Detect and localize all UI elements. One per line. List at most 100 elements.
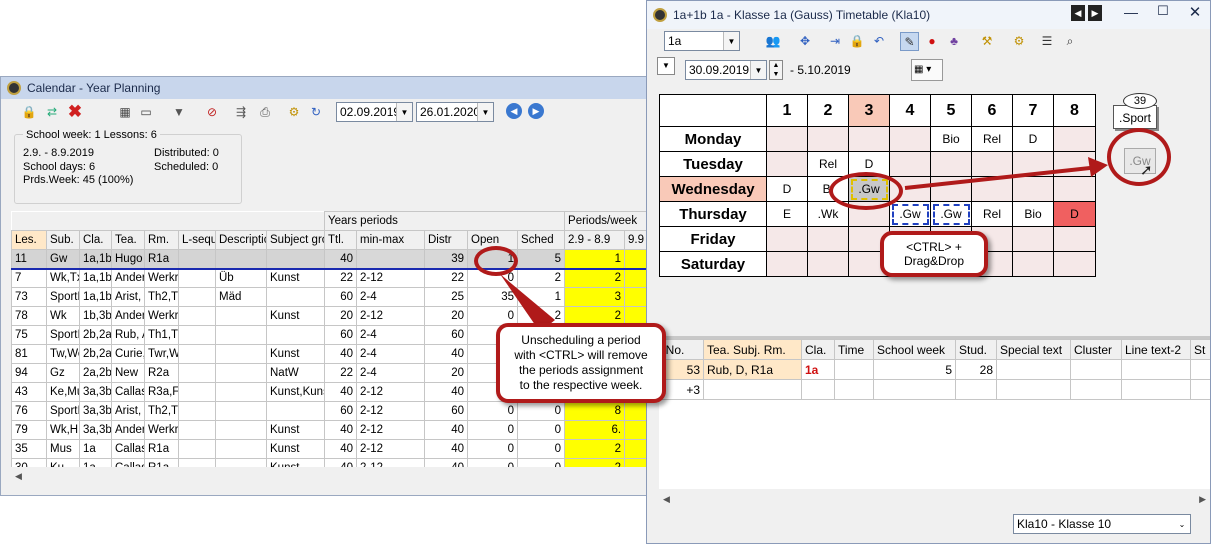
table-cell[interactable]: 2b,2a [79, 344, 112, 364]
table-cell[interactable] [215, 306, 267, 326]
table-cell[interactable] [178, 363, 216, 383]
table-cell[interactable]: 40 [324, 439, 357, 459]
timetable-cell[interactable] [930, 151, 972, 177]
column-header[interactable]: Distr [424, 230, 468, 250]
timetable-cell[interactable] [971, 176, 1013, 202]
timetable-cell[interactable]: .Gw [889, 201, 931, 227]
teachers-icon[interactable]: 👥 [765, 33, 781, 49]
timetable-cell[interactable] [1053, 151, 1096, 177]
table-cell[interactable]: 0 [516, 401, 566, 421]
table-cell[interactable]: R1a [144, 458, 179, 467]
table-cell[interactable]: Kunst,Kuns [266, 382, 325, 402]
period-header[interactable]: 2 [807, 94, 849, 127]
lesson-cell[interactable]: 28 [955, 359, 997, 380]
timetable-cell[interactable] [1012, 151, 1054, 177]
table-cell[interactable]: SportI [46, 325, 80, 345]
year-planning-titlebar[interactable]: Calendar - Year Planning [1, 77, 651, 99]
timetable-cell[interactable] [1012, 226, 1054, 252]
table-row[interactable]: 30Ku1aCallasR1aKunst402-1240002 [11, 458, 651, 467]
table-cell[interactable]: 40 [324, 420, 357, 440]
column-header[interactable]: Rm. [144, 230, 179, 250]
settings-icon[interactable]: ⚙ [1011, 33, 1027, 49]
lesson-cell[interactable] [1190, 379, 1210, 400]
table-cell[interactable]: 43 [11, 382, 47, 402]
timetable-cell[interactable] [766, 226, 808, 252]
table-cell[interactable]: 1a,1b [79, 287, 112, 307]
timetable-cell[interactable] [1053, 251, 1096, 277]
table-cell[interactable]: 75 [11, 325, 47, 345]
table-cell[interactable]: Callas [111, 439, 145, 459]
table-cell[interactable] [266, 401, 325, 421]
table-cell[interactable]: 3a,3b [79, 420, 112, 440]
table-cell[interactable]: 2-4 [356, 325, 425, 345]
filter-icon[interactable]: ▼ [171, 104, 187, 120]
table-cell[interactable]: Kunst [266, 458, 325, 467]
timetable-cell[interactable]: D [1053, 201, 1096, 227]
table-cell[interactable]: 40 [424, 344, 468, 364]
lesson-cell[interactable] [873, 379, 956, 400]
table-cell[interactable]: Arist, F [111, 401, 145, 421]
table-cell[interactable] [178, 344, 216, 364]
binoculars-icon[interactable]: ⌕ [1062, 33, 1078, 49]
next-element-icon[interactable]: ▶ [1088, 5, 1102, 21]
scroll-left-icon[interactable]: ◀ [663, 494, 670, 505]
chevron-down-icon[interactable]: ▼ [750, 61, 766, 79]
chevron-down-icon[interactable]: ▼ [477, 103, 493, 121]
column-header[interactable]: Sched [516, 230, 566, 250]
lesson-cell[interactable] [955, 379, 997, 400]
table-cell[interactable]: 11 [11, 249, 47, 269]
column-header[interactable]: L-sequ [178, 230, 216, 250]
table-cell[interactable] [178, 287, 216, 307]
table-cell[interactable]: Ke,Mu [46, 382, 80, 402]
column-header[interactable]: min-max [356, 230, 425, 250]
table-cell[interactable]: 22 [324, 267, 357, 288]
table-cell[interactable]: 0 [516, 458, 566, 467]
lesson-hscrollbar[interactable]: ◀ ▶ [659, 491, 1210, 507]
lesson-row[interactable]: +3 [659, 379, 1210, 400]
column-header[interactable]: Les. [11, 230, 47, 250]
lesson-cell[interactable]: Rub, D, R1a [703, 359, 802, 380]
table-cell[interactable]: Twr,W [144, 344, 179, 364]
chevron-down-icon[interactable]: ▼ [723, 32, 739, 50]
table-cell[interactable]: Curie, [111, 344, 145, 364]
table-cell[interactable]: 20 [424, 363, 468, 383]
lesson-cell[interactable] [834, 359, 874, 380]
lesson-cell[interactable] [1070, 379, 1122, 400]
table-cell[interactable]: 1 [564, 249, 626, 269]
table-cell[interactable]: 60 [324, 401, 357, 421]
table-cell[interactable]: 2-12 [356, 306, 425, 326]
table-cell[interactable]: 40 [424, 458, 468, 467]
timetable-cell[interactable]: E [766, 201, 808, 227]
transfer-icon[interactable]: ⇄ [44, 104, 60, 120]
table-cell[interactable]: 73 [11, 287, 47, 307]
table-cell[interactable] [178, 382, 216, 402]
table-cell[interactable] [215, 249, 267, 269]
timetable-cell[interactable] [766, 251, 808, 277]
timetable-cell[interactable]: D [1012, 126, 1054, 152]
clear-filter-icon[interactable]: ⊘ [204, 104, 220, 120]
date-spinner[interactable]: ▲ ▼ [769, 60, 783, 80]
table-cell[interactable]: Mus [46, 439, 80, 459]
table-cell[interactable]: New [111, 363, 145, 383]
table-cell[interactable] [215, 382, 267, 402]
timetable-cell[interactable] [807, 251, 849, 277]
table-cell[interactable]: 0 [516, 420, 566, 440]
refresh-icon[interactable]: ↻ [308, 104, 324, 120]
table-cell[interactable] [215, 401, 267, 421]
minimize-button[interactable]: — [1117, 4, 1145, 20]
table-cell[interactable]: Rub, A [111, 325, 145, 345]
column-header[interactable]: Ttl. [324, 230, 357, 250]
lesson-cell[interactable] [1070, 359, 1122, 380]
timetable-titlebar[interactable]: 1a+1b 1a - Klasse 1a (Gauss) Timetable (… [647, 1, 1210, 29]
print-icon[interactable]: ⎙ [257, 104, 273, 120]
table-cell[interactable]: 2-12 [356, 439, 425, 459]
distribute-icon[interactable]: ⇶ [233, 104, 249, 120]
table-cell[interactable]: Th2,T [144, 287, 179, 307]
lesson-column-header[interactable]: Cla. [801, 339, 835, 360]
table-cell[interactable]: SportI [46, 401, 80, 421]
table-cell[interactable]: 25 [424, 287, 468, 307]
table-cell[interactable]: 2-12 [356, 401, 425, 421]
table-cell[interactable]: 40 [324, 458, 357, 467]
table-cell[interactable]: Werkr [144, 420, 179, 440]
table-row[interactable]: 7 Wk,Tx 1a,1b Ander Werkr Üb Kunst 22 2-12 22 0 2 2 [11, 267, 651, 288]
